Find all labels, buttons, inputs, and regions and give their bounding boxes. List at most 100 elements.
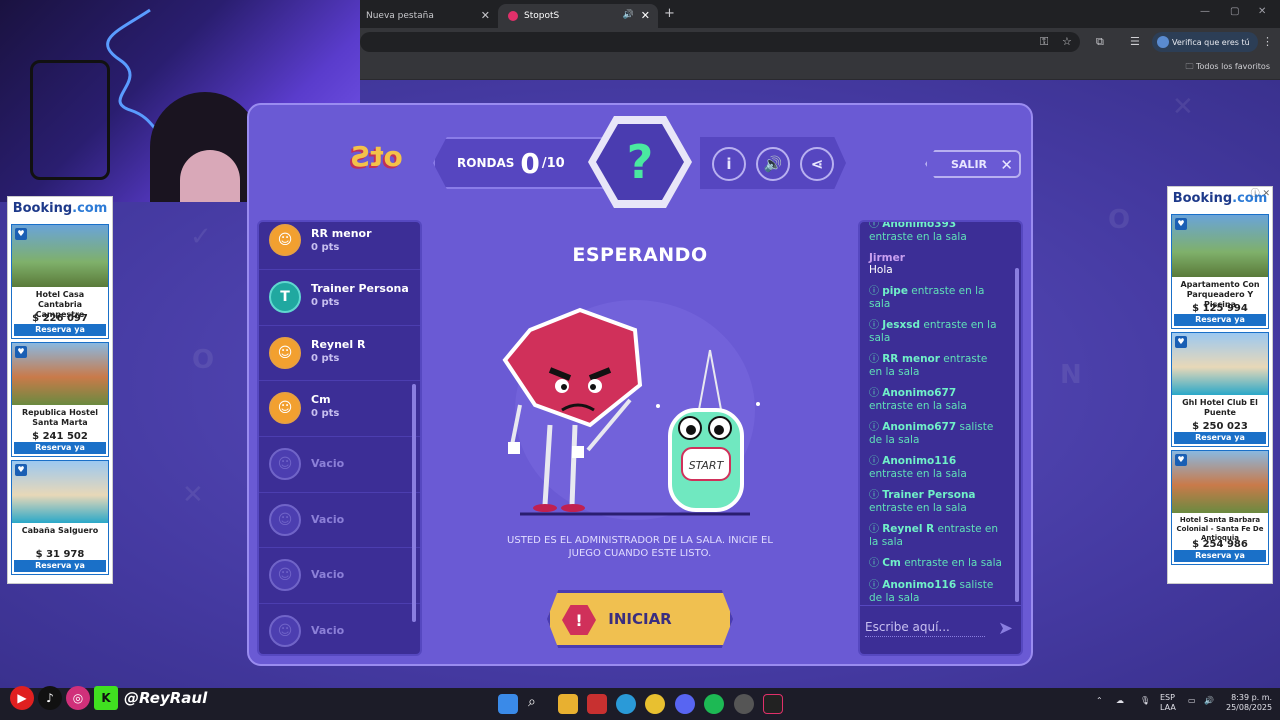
key-icon[interactable]: ⚿: [1040, 35, 1048, 49]
reserve-button[interactable]: Reserva ya: [1174, 432, 1266, 444]
user-message: Jirmer Hola: [869, 252, 1003, 276]
chevron-up-icon[interactable]: ⌃: [1096, 696, 1103, 705]
tiktok-app-icon[interactable]: [763, 694, 783, 714]
edge-icon[interactable]: [616, 694, 636, 714]
youtube-icon: ▶: [10, 686, 34, 710]
heart-icon[interactable]: ♥: [15, 464, 27, 476]
message-user: Jesxsd: [882, 319, 921, 331]
menu-kebab-icon[interactable]: ⋮: [1262, 35, 1273, 48]
empty-slot: ☺ Vacio: [259, 548, 420, 605]
ad-card[interactable]: ♥ Republica Hostel Santa Marta $ 241 502…: [11, 342, 109, 457]
player-points: 0 pts: [311, 242, 340, 253]
microphone-icon[interactable]: 🎙: [1140, 696, 1150, 705]
booking-logo: Booking.com: [8, 197, 112, 221]
hotel-name: Apartamento Con Parqueadero Y Piscina: [1180, 280, 1260, 309]
start-game-button[interactable]: ! INICIAR: [547, 590, 733, 648]
ad-card[interactable]: ♥ Hotel Santa Barbara Colonial - Santa F…: [1171, 450, 1269, 565]
info-icon: ⓘ: [869, 524, 883, 535]
discord-icon[interactable]: [675, 694, 695, 714]
message-text: entraste en la sala: [869, 231, 967, 243]
booking-ad-right[interactable]: ⓘ ✕ Booking.com ♥ Apartamento Con Parque…: [1167, 186, 1273, 584]
chat-scrollbar[interactable]: [1015, 268, 1019, 602]
chrome-icon[interactable]: [645, 694, 665, 714]
language-indicator[interactable]: ESP LAA: [1160, 693, 1176, 713]
start-menu-icon[interactable]: [498, 694, 518, 714]
tab-label: Nueva pestaña: [366, 11, 434, 21]
heart-icon[interactable]: ♥: [1175, 336, 1187, 348]
info-icon: ⓘ: [869, 422, 883, 433]
empty-slot: ☺ Vacio: [259, 437, 420, 493]
chat-input[interactable]: Escribe aquí...: [865, 620, 985, 637]
ad-card[interactable]: ♥ Cabaña Salguero $ 31 978 Reserva ya: [11, 460, 109, 575]
reserve-button[interactable]: Reserva ya: [14, 324, 106, 336]
system-message: ⓘ RR menor entraste en la sala: [869, 353, 1003, 378]
ad-info-icon[interactable]: ⓘ ✕: [1251, 186, 1270, 199]
empty-avatar-icon: ☺: [269, 503, 301, 536]
clock[interactable]: 8:39 p. m. 25/08/2025: [1226, 693, 1272, 713]
chat-log[interactable]: ⓘ Anonimo393 entraste en la sala Jirmer H…: [869, 220, 1003, 613]
volume-icon[interactable]: 🔊: [1204, 696, 1214, 705]
reserve-button[interactable]: Reserva ya: [1174, 550, 1266, 562]
message-user: Anonimo393: [882, 220, 957, 230]
ad-card[interactable]: ♥ Hotel Casa Cantabria Campestre $ 226 0…: [11, 224, 109, 339]
streamer-face: [180, 150, 240, 202]
extensions-icon[interactable]: ⧉: [1096, 35, 1104, 49]
sound-icon[interactable]: 🔊: [756, 147, 790, 181]
system-message: ⓘ Anonimo393 entraste en la sala: [869, 220, 1003, 243]
maximize-icon[interactable]: ▢: [1230, 6, 1239, 17]
hotel-name: Ghl Hotel Club El Puente: [1182, 398, 1258, 417]
new-tab-button[interactable]: +: [664, 6, 675, 21]
empty-slot-label: Vacio: [311, 568, 345, 582]
exit-label: SALIR: [951, 157, 988, 171]
app-icon[interactable]: [587, 694, 607, 714]
message-user: Reynel R: [882, 523, 935, 535]
omnibox[interactable]: [360, 32, 1080, 52]
heart-icon[interactable]: ♥: [15, 228, 27, 240]
message-user: RR menor: [882, 353, 940, 365]
empty-slot: ☺ Vacio: [259, 604, 420, 654]
message-user: Cm: [882, 557, 901, 569]
network-icon[interactable]: ▭: [1188, 696, 1196, 705]
minimize-icon[interactable]: —: [1200, 6, 1210, 17]
exit-button[interactable]: SALIR ✕: [925, 150, 1021, 178]
tab-stopots[interactable]: StopotS 🔊 ✕: [498, 4, 658, 28]
message-user: Anonimo116: [882, 579, 957, 591]
player-row: ☺ Reynel R 0 pts: [259, 326, 420, 382]
app-icon[interactable]: [734, 694, 754, 714]
ad-card[interactable]: ♥ Ghl Hotel Club El Puente $ 250 023 Res…: [1171, 332, 1269, 447]
hotel-name: Hotel Santa Barbara Colonial - Santa Fe …: [1176, 516, 1264, 542]
window-close-icon[interactable]: ✕: [1258, 6, 1266, 17]
players-list[interactable]: ☺ RR menor 0 pts T Trainer Persona 0 pts…: [257, 220, 422, 656]
clock-time: 8:39 p. m.: [1231, 693, 1273, 702]
spotify-icon[interactable]: [704, 694, 724, 714]
reserve-button[interactable]: Reserva ya: [14, 442, 106, 454]
system-message: ⓘ Anonimo677 entraste en la sala: [869, 387, 1003, 412]
send-icon[interactable]: ➤: [998, 618, 1013, 639]
info-icon[interactable]: i: [712, 147, 746, 181]
heart-icon[interactable]: ♥: [15, 346, 27, 358]
profile-verify-button[interactable]: Verifica que eres tú: [1152, 32, 1258, 52]
empty-avatar-icon: ☺: [269, 615, 301, 648]
close-icon[interactable]: ✕: [641, 9, 650, 22]
info-icon: ⓘ: [869, 490, 883, 501]
heart-icon[interactable]: ♥: [1175, 454, 1187, 466]
heart-icon[interactable]: ♥: [1175, 218, 1187, 230]
players-scrollbar[interactable]: [412, 384, 416, 622]
star-icon[interactable]: ☆: [1062, 35, 1072, 48]
system-message: ⓘ Reynel R entraste en la sala: [869, 523, 1003, 548]
file-explorer-icon[interactable]: [558, 694, 578, 714]
reserve-button[interactable]: Reserva ya: [14, 560, 106, 572]
system-message: ⓘ Cm entraste en la sala: [869, 557, 1003, 570]
reserve-button[interactable]: Reserva ya: [1174, 314, 1266, 326]
share-icon[interactable]: ⋖: [800, 147, 834, 181]
speaker-icon[interactable]: 🔊: [623, 10, 634, 20]
search-icon[interactable]: ⌕: [528, 694, 548, 714]
booking-ad-left[interactable]: Booking.com ♥ Hotel Casa Cantabria Campe…: [7, 196, 113, 584]
message-user: Anonimo116: [882, 455, 957, 467]
tab-new-tab[interactable]: Nueva pestaña ✕: [356, 4, 498, 28]
close-icon[interactable]: ✕: [481, 9, 490, 22]
all-bookmarks-folder[interactable]: 🗀 Todos los favoritos: [1185, 61, 1270, 75]
player-name: Cm: [311, 393, 331, 407]
reading-list-icon[interactable]: ☰: [1130, 35, 1140, 48]
ad-card[interactable]: ♥ Apartamento Con Parqueadero Y Piscina …: [1171, 214, 1269, 329]
